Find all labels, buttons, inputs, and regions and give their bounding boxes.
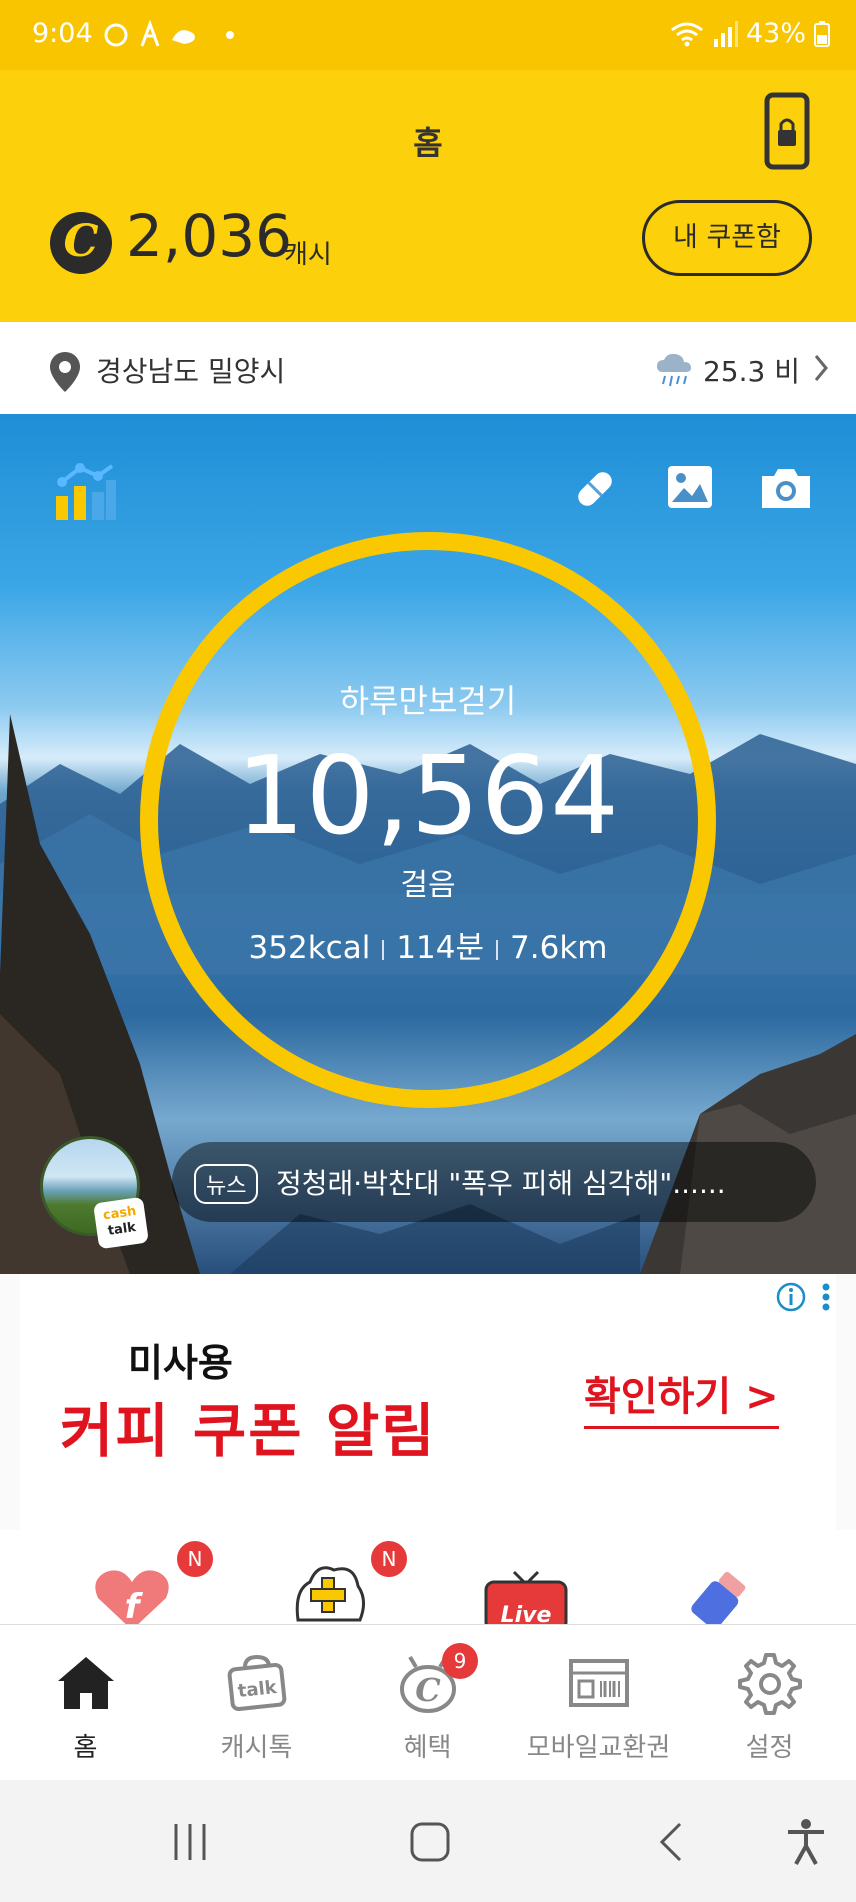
recent-apps-icon[interactable]: [170, 1822, 210, 1862]
distance-value: 7.6km: [510, 930, 608, 966]
location-weather-bar[interactable]: 경상남도 밀양시 25.3 비: [0, 322, 856, 415]
ad-cta-link[interactable]: 확인하기 >: [584, 1364, 779, 1429]
bottom-navigation: 홈 talk 캐시톡 C 9 혜택 모바일교환권 설정: [0, 1624, 856, 1781]
stat-divider: [382, 939, 385, 960]
nav-benefits[interactable]: C 9 혜택: [342, 1625, 513, 1781]
weather-info: 25.3 비: [655, 350, 800, 390]
news-headline: 정청래·박찬대 "폭우 피해 심각해"......: [276, 1167, 726, 1200]
ad-content[interactable]: 미사용 커피 쿠폰 알림 확인하기 >: [20, 1274, 836, 1530]
cashtalk-badge: cash talk: [93, 1196, 149, 1250]
status-bar: 9:04 43%: [0, 0, 856, 70]
live-tv-shortcut-icon[interactable]: Live: [484, 1570, 568, 1624]
nav-mobile-voucher[interactable]: 모바일교환권: [513, 1625, 684, 1781]
new-badge: N: [368, 1538, 410, 1580]
news-tag: 뉴스: [194, 1164, 259, 1204]
more-vertical-icon[interactable]: [820, 1282, 832, 1312]
calories-value: 352kcal: [248, 930, 371, 966]
nav-home-label: 홈: [73, 1733, 98, 1763]
wifi-icon: [671, 22, 703, 46]
nav-settings-label: 설정: [745, 1733, 794, 1763]
nav-home[interactable]: 홈: [0, 1625, 171, 1781]
step-count: 10,564: [236, 734, 620, 859]
nav-settings[interactable]: 설정: [684, 1625, 855, 1781]
cashtalk-icon: talk: [227, 1654, 286, 1712]
nav-mobile-voucher-label: 모바일교환권: [526, 1733, 671, 1763]
signal-icon: [713, 20, 738, 47]
shortcut-strip: f N N Live: [0, 1530, 856, 1624]
pedometer-hero: 하루만보걷기 10,564 걸음 352kcal 114분 7.6km cash t…: [0, 414, 856, 1274]
nav-cashtalk[interactable]: talk 캐시톡: [171, 1625, 342, 1781]
battery-icon: [814, 20, 830, 47]
my-coupons-button[interactable]: 내 쿠폰함: [642, 200, 812, 276]
notification-icons: [104, 20, 234, 47]
weather-text: 25.3 비: [702, 355, 800, 388]
heart-f-shortcut-icon[interactable]: f: [94, 1560, 170, 1624]
new-badge: N: [174, 1538, 216, 1580]
gear-icon: [737, 1653, 802, 1715]
nav-cashtalk-label: 캐시톡: [220, 1733, 293, 1763]
system-nav-bar: [0, 1780, 856, 1902]
ad-banner[interactable]: 미사용 커피 쿠폰 알림 확인하기 >: [0, 1274, 856, 1530]
info-icon[interactable]: [776, 1282, 806, 1312]
pill-icon[interactable]: [570, 464, 620, 514]
svg-text:C: C: [415, 1671, 441, 1709]
back-icon[interactable]: [656, 1820, 686, 1864]
cash-unit: 캐시: [284, 240, 332, 270]
nav-benefits-label: 혜택: [403, 1733, 452, 1763]
marker-shortcut-icon[interactable]: [690, 1570, 754, 1624]
location-pin-icon: [50, 352, 80, 392]
chevron-right-icon: [814, 355, 828, 381]
cash-coin-icon: C: [50, 212, 112, 274]
screen-lock-icon[interactable]: [764, 92, 810, 170]
gallery-icon[interactable]: [666, 464, 714, 510]
cash-balance[interactable]: 2,036: [126, 202, 292, 270]
home-system-icon[interactable]: [408, 1820, 452, 1864]
location-name: 경상남도 밀양시: [96, 355, 286, 388]
stats-chart-icon[interactable]: [54, 462, 118, 522]
svg-text:talk: talk: [236, 1677, 278, 1702]
stat-divider: [496, 939, 499, 960]
minutes-value: 114분: [396, 930, 485, 966]
ad-subtitle: 미사용: [128, 1341, 233, 1385]
battery-percent: 43%: [745, 18, 806, 49]
voucher-icon: [568, 1659, 629, 1707]
live-label: Live: [501, 1603, 552, 1624]
camera-icon[interactable]: [758, 466, 814, 510]
status-right: 43%: [670, 18, 830, 49]
news-ticker[interactable]: 뉴스 정청래·박찬대 "폭우 피해 심각해"......: [172, 1142, 816, 1222]
rain-cloud-icon: [656, 353, 691, 387]
page-title: 홈: [413, 124, 443, 162]
home-header: 홈 C 2,036 캐시 내 쿠폰함: [0, 70, 856, 322]
accessibility-icon[interactable]: [786, 1818, 826, 1866]
ad-title: 커피 쿠폰 알림: [60, 1397, 437, 1465]
health-plus-shortcut-icon[interactable]: [288, 1560, 368, 1624]
status-time: 9:04: [32, 18, 93, 49]
pedometer-label: 하루만보걷기: [339, 682, 517, 720]
home-icon: [57, 1657, 114, 1709]
activity-stats: 352kcal 114분 7.6km: [0, 922, 856, 967]
benefits-count-badge: 9: [442, 1643, 478, 1679]
step-unit: 걸음: [400, 868, 456, 903]
